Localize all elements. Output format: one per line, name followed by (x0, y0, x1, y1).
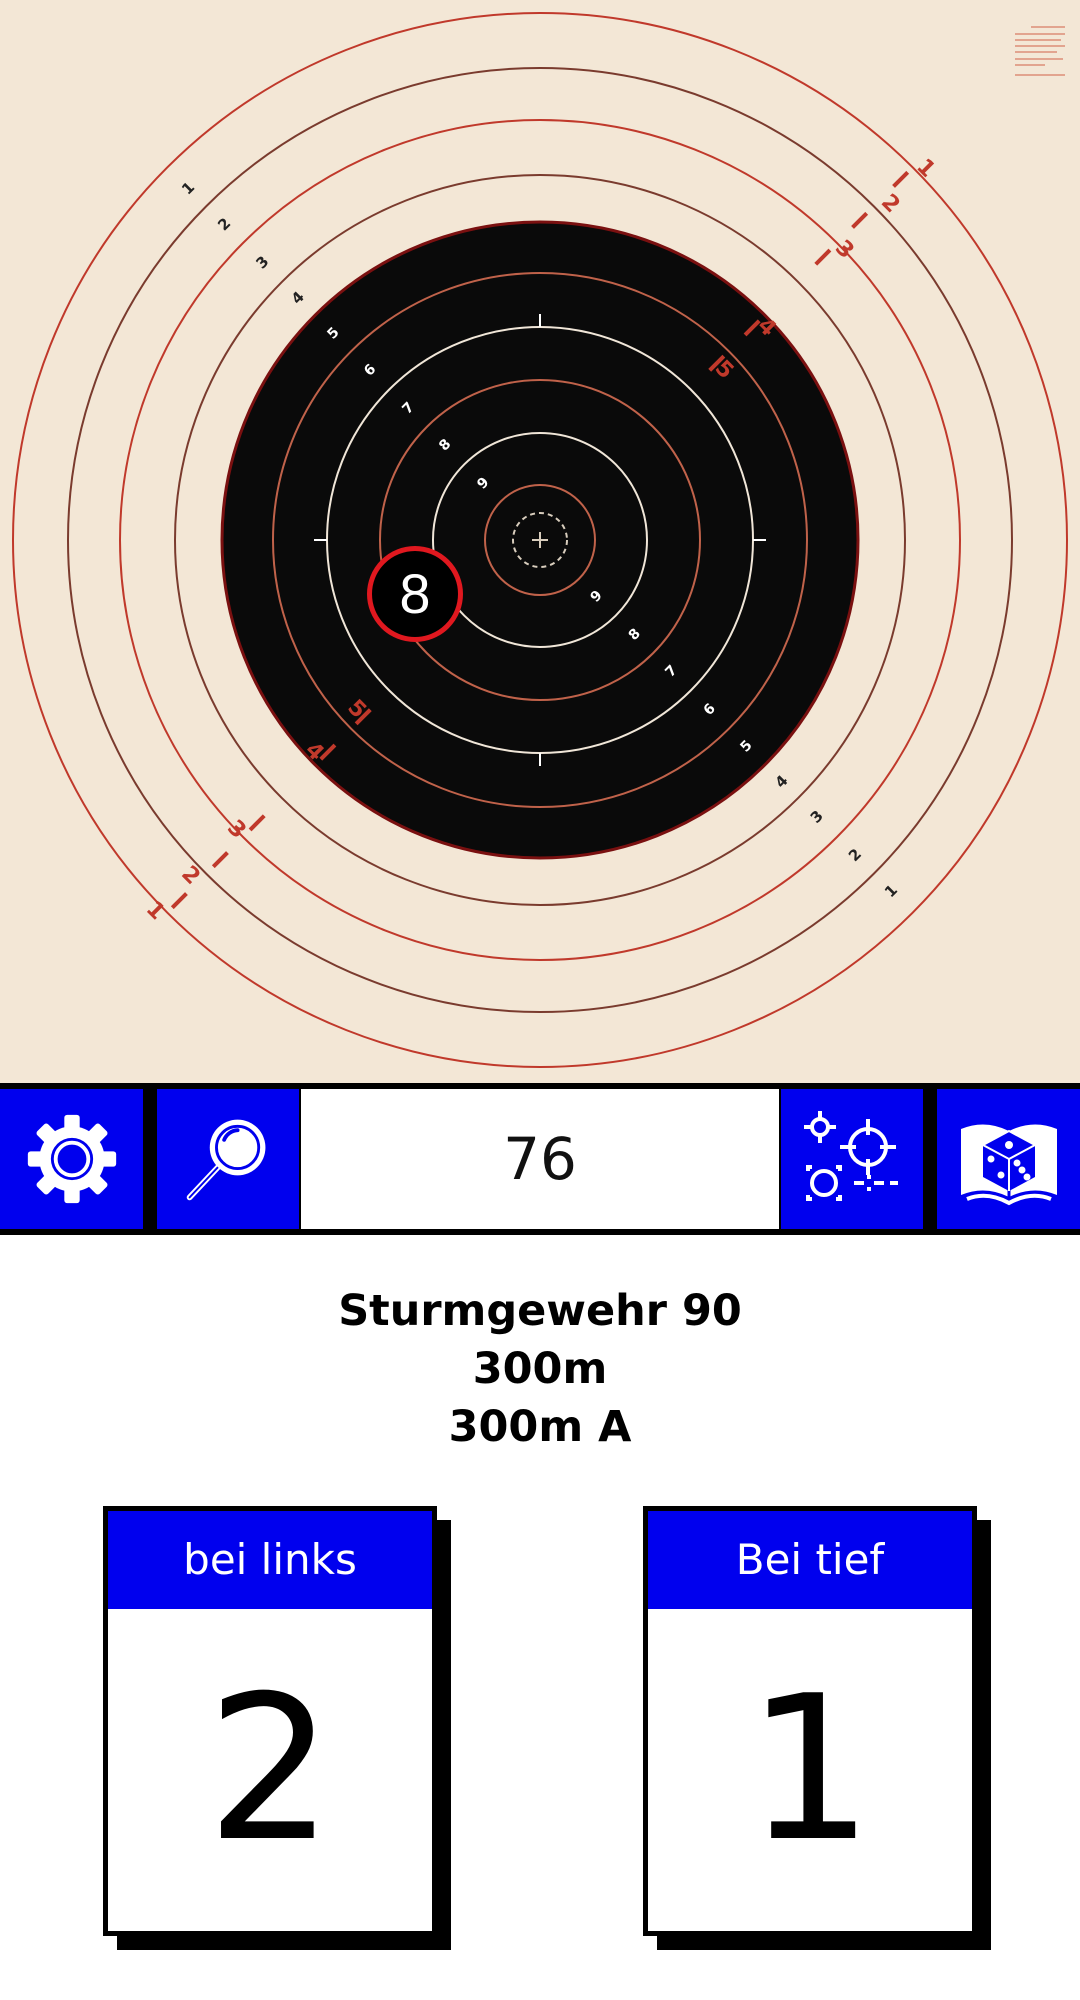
gear-icon (27, 1114, 116, 1204)
app-screen: 1122334455667788991122334455 8 76 Sturmg… (0, 0, 1080, 2000)
dice-book-icon (960, 1124, 1057, 1206)
vertical-correction-value: 1 (746, 1653, 874, 1886)
horizontal-correction-label: bei links (108, 1511, 432, 1609)
vertical-correction-label: Bei tief (648, 1511, 972, 1609)
target-view[interactable]: 1122334455667788991122334455 8 (0, 0, 1080, 1083)
ring-number-label: 2 (845, 845, 865, 865)
red-tick-1-0 (851, 211, 869, 229)
sight-adjust-button[interactable] (781, 1089, 923, 1229)
settings-button[interactable] (0, 1089, 143, 1229)
book-button[interactable] (937, 1089, 1080, 1229)
horizontal-correction-value: 2 (206, 1653, 334, 1886)
horizontal-correction-card: bei links 2 (103, 1506, 451, 1950)
target-print-note (1015, 26, 1065, 78)
target-image: 1122334455667788991122334455 (12, 12, 1068, 1068)
shot-marker[interactable]: 8 (367, 546, 463, 642)
red-tick-2-0 (814, 248, 832, 266)
toolbar: 76 (0, 1083, 1080, 1235)
target-name: 300m A (448, 1402, 632, 1452)
target-rings (12, 12, 1068, 1068)
magnifier-icon (186, 1119, 266, 1201)
ring-number-label: 1 (881, 881, 901, 901)
red-tick-0-0 (892, 170, 910, 188)
ring-number-label: 3 (807, 807, 827, 827)
weapon-name: Sturmgewehr 90 (338, 1286, 742, 1336)
vertical-correction-card: Bei tief 1 (643, 1506, 991, 1950)
weapon-info: Sturmgewehr 90 300m 300m A (0, 1282, 1080, 1456)
ring-number-label: 4 (771, 771, 791, 791)
red-tick-1-1 (211, 851, 229, 869)
red-ring-number-label: 1 (141, 897, 170, 926)
ring-number-label: 1 (178, 178, 198, 198)
score-display: 76 (301, 1089, 779, 1229)
ring-number-label: 3 (252, 252, 272, 272)
ring-number-label: 2 (214, 214, 234, 234)
zoom-button[interactable] (157, 1089, 299, 1229)
ring-number-label: 4 (288, 288, 308, 308)
red-tick-0-1 (170, 892, 188, 910)
red-tick-2-1 (248, 814, 266, 832)
red-ring-number-label: 2 (176, 861, 205, 890)
distance-label: 300m (472, 1344, 608, 1394)
crosshair-adjust-icon (804, 1111, 898, 1201)
red-ring-number-label: 1 (911, 154, 940, 183)
